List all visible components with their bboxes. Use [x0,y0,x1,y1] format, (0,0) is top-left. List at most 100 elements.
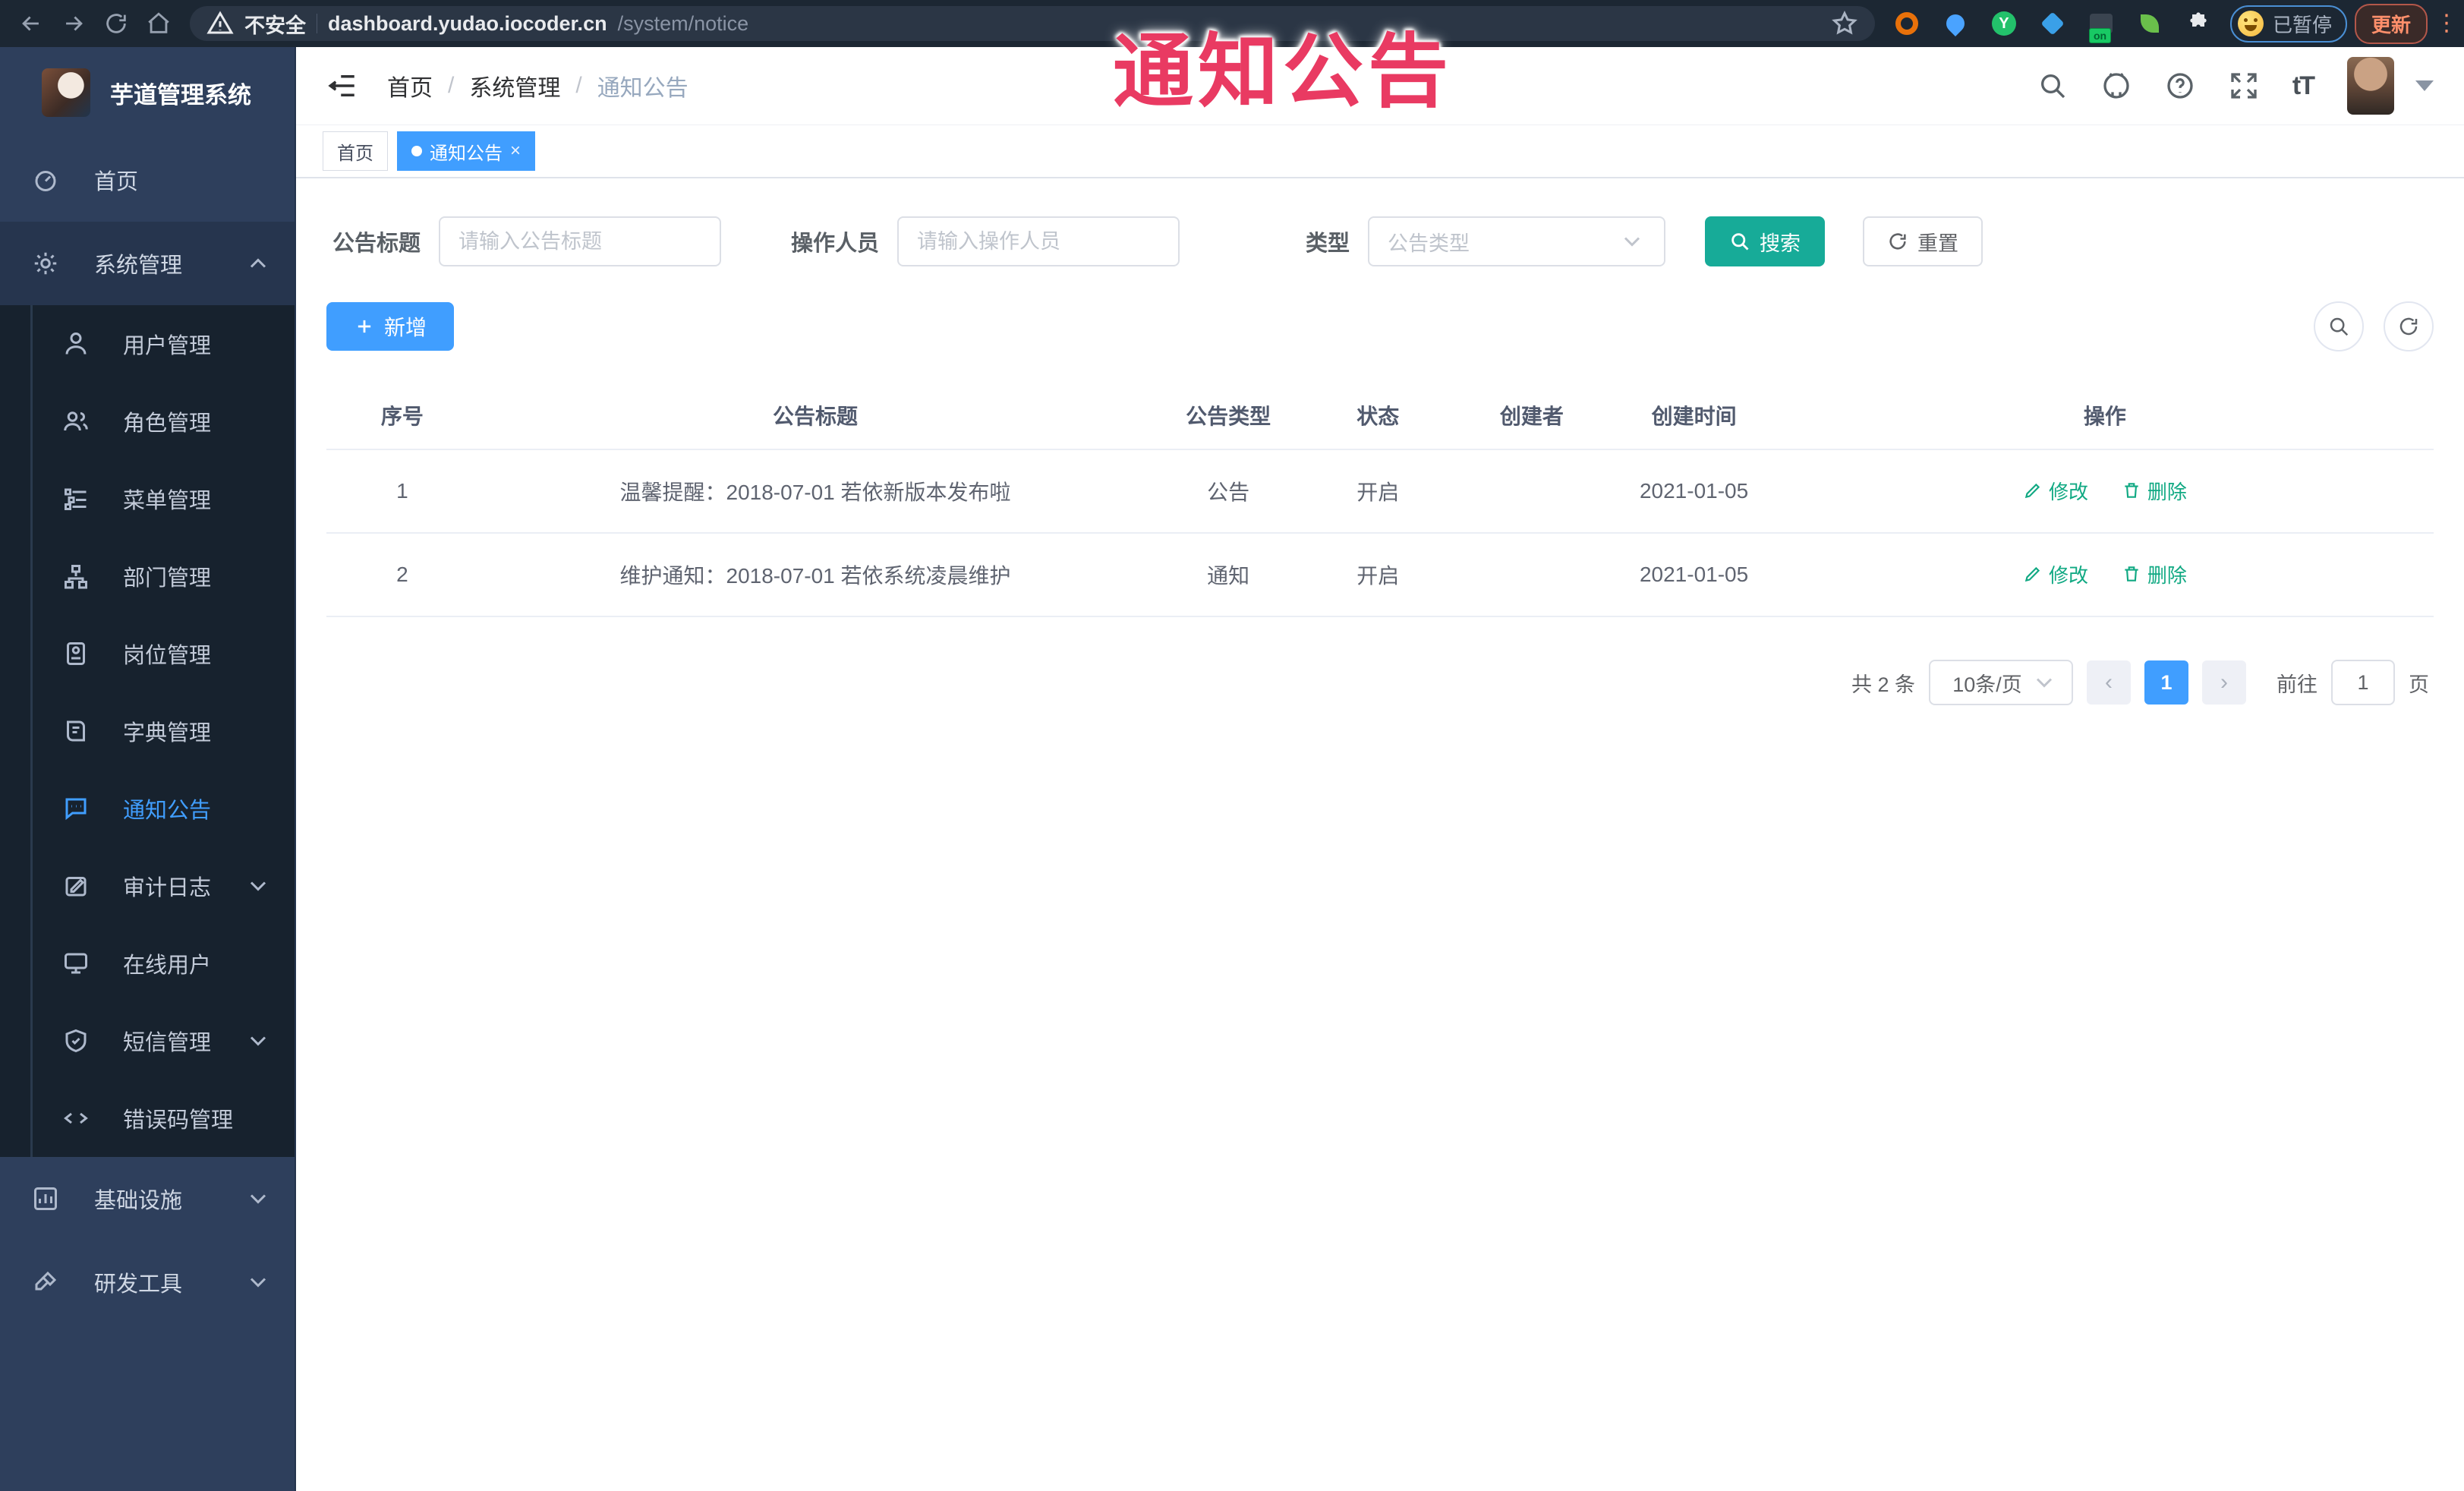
app-logo-row[interactable]: 芋道管理系统 [0,47,295,138]
github-icon[interactable] [2101,71,2132,101]
next-page-button[interactable]: › [2202,660,2246,705]
select-placeholder: 公告类型 [1388,232,1470,255]
notice-page: 公告标题 操作人员 类型 公告类型 搜索 [296,178,2464,1491]
sidebar-item-audit-log[interactable]: 审计日志 [0,847,295,925]
prev-page-button[interactable]: ‹ [2087,660,2131,705]
notice-type-select[interactable]: 公告类型 [1368,216,1666,266]
ext-diamond-icon[interactable] [2039,10,2066,37]
refresh-icon [1887,231,1908,252]
reload-icon[interactable] [99,6,134,41]
app-logo [42,68,90,117]
chevron-down-icon [244,1027,272,1054]
cell-status: 开启 [1304,533,1452,617]
chevron-down-icon [244,872,272,900]
gear-icon [32,250,59,277]
sidebar-fold-icon[interactable] [326,70,358,102]
code-icon [62,1105,90,1132]
screen: 不安全 dashboard.yudao.iocoder.cn/system/no… [0,0,2464,1491]
breadcrumb-current: 通知公告 [597,76,688,101]
ext-switch-icon[interactable]: on [2087,10,2115,43]
breadcrumb-home[interactable]: 首页 [387,69,433,102]
bookmark-star-icon[interactable] [1831,10,1858,37]
reset-button[interactable]: 重置 [1863,216,1983,266]
operator-input[interactable] [897,216,1180,266]
avatar[interactable] [2347,57,2394,115]
sidebar-item-dict-mgmt[interactable]: 字典管理 [0,692,295,770]
sidebar-item-menu-mgmt[interactable]: 菜单管理 [0,460,295,537]
ext-green-icon[interactable]: Y [1990,10,2018,37]
delete-button[interactable]: 删除 [2122,477,2187,505]
plus-icon [354,316,375,337]
ext-orange-icon[interactable] [1893,10,1920,37]
cell-id: 1 [326,449,478,534]
badge-icon [62,640,90,667]
search-icon[interactable] [2037,71,2068,101]
toggle-search-button[interactable] [2314,301,2364,351]
notice-title-input[interactable] [439,216,722,266]
fullscreen-icon[interactable] [2229,71,2259,101]
ext-puzzle-icon[interactable] [2185,10,2212,37]
sidebar-item-label: 在线用户 [123,954,212,978]
refresh-table-button[interactable] [2384,301,2434,351]
sidebar-item-label: 用户管理 [123,334,212,358]
sidebar-item-error-code-mgmt[interactable]: 错误码管理 [0,1080,295,1157]
sidebar-item-sms-mgmt[interactable]: 短信管理 [0,1002,295,1080]
goto-page-input[interactable] [2331,660,2395,705]
close-icon[interactable]: × [510,142,521,160]
sidebar-item-online-users[interactable]: 在线用户 [0,925,295,1002]
tab-home[interactable]: 首页 [323,131,388,171]
sidebar-item-post-mgmt[interactable]: 岗位管理 [0,615,295,692]
browser-menu-icon[interactable]: ⋮ [2435,12,2458,34]
col-actions: 操作 [1776,382,2434,450]
sidebar-item-system[interactable]: 系统管理 [0,222,295,305]
cell-actions: 修改 删除 [1776,533,2434,617]
table-mini-actions [2314,301,2434,351]
address-bar[interactable]: 不安全 dashboard.yudao.iocoder.cn/system/no… [190,6,1875,41]
sidebar-item-notice[interactable]: 通知公告 [0,770,295,847]
col-id: 序号 [326,382,478,450]
col-status: 状态 [1304,382,1452,450]
question-icon[interactable] [2165,71,2195,101]
sidebar-item-home[interactable]: 首页 [0,138,295,222]
message-icon [62,795,90,822]
sidebar-item-dev-tools[interactable]: 研发工具 [0,1240,295,1324]
user-icon [62,330,90,358]
tags-view-bar: 首页 通知公告 × [296,125,2464,178]
tools-icon [32,1269,59,1296]
chevron-down-icon [244,1269,272,1296]
back-icon[interactable] [14,6,49,41]
home-browser-icon[interactable] [141,6,176,41]
tab-notice[interactable]: 通知公告 × [397,131,536,171]
chevron-up-icon [244,250,272,277]
profile-emoji-icon [2237,11,2264,36]
cell-created: 2021-01-05 [1612,533,1776,617]
ext-location-icon[interactable] [1942,10,1969,37]
sidebar-item-label: 部门管理 [123,566,212,591]
cell-type: 公告 [1152,449,1305,534]
sidebar-item-dept-mgmt[interactable]: 部门管理 [0,537,295,615]
delete-button[interactable]: 删除 [2122,560,2187,588]
chevron-down-icon [244,1185,272,1212]
page-size-select[interactable]: 10条/页 [1929,660,2073,705]
profile-paused-chip[interactable]: 已暂停 [2229,5,2347,43]
font-size-icon[interactable]: tT [2292,71,2315,101]
add-button[interactable]: 新增 [326,302,455,351]
sidebar-item-user-mgmt[interactable]: 用户管理 [0,305,295,383]
ext-leaf-icon[interactable] [2136,10,2163,37]
table-header-row: 序号 公告标题 公告类型 状态 创建者 创建时间 操作 [326,382,2434,450]
sidebar-item-role-mgmt[interactable]: 角色管理 [0,383,295,460]
notice-table: 序号 公告标题 公告类型 状态 创建者 创建时间 操作 1 温馨提醒：2018- [326,382,2434,617]
avatar-caret-icon[interactable] [2415,80,2434,91]
forward-icon[interactable] [56,6,91,41]
search-button[interactable]: 搜索 [1705,216,1826,266]
security-label[interactable]: 不安全 [244,9,306,39]
breadcrumb-section[interactable]: 系统管理 [469,69,560,102]
current-page-button[interactable]: 1 [2144,660,2188,705]
sidebar-item-label: 短信管理 [123,1031,212,1055]
sidebar-item-infrastructure[interactable]: 基础设施 [0,1157,295,1240]
book-icon [62,717,90,745]
cell-title: 温馨提醒：2018-07-01 若依新版本发布啦 [477,449,1153,534]
edit-button[interactable]: 修改 [2023,560,2088,588]
browser-update-button[interactable]: 更新 [2354,3,2428,44]
edit-button[interactable]: 修改 [2023,477,2088,505]
